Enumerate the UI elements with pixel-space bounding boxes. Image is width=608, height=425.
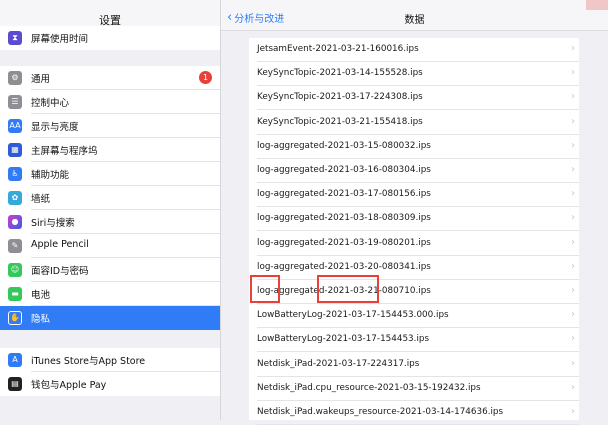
- sidebar-item-siri[interactable]: ● Siri与搜索: [0, 210, 220, 234]
- sidebar-item-home-screen[interactable]: ▦ 主屏幕与程序坞: [0, 138, 220, 162]
- page-title: 数据: [404, 15, 425, 26]
- file-name: LowBatteryLog-2021-03-17-154453.ips: [257, 334, 430, 345]
- sidebar-item-battery[interactable]: ▬ 电池: [0, 282, 220, 306]
- chevron-right-icon: ›: [571, 91, 575, 103]
- file-row[interactable]: KeySyncTopic-2021-03-14-155528.ips ›: [249, 62, 579, 87]
- sidebar-item-label: 面容ID与密码: [31, 266, 89, 277]
- file-row[interactable]: log-aggregated-2021-03-17-080156.ips ›: [249, 183, 579, 208]
- chevron-right-icon: ›: [571, 188, 575, 200]
- file-name: JetsamEvent-2021-03-21-160016.ips: [257, 44, 419, 54]
- chevron-right-icon: ›: [571, 309, 575, 321]
- sidebar-item-apple-pencil[interactable]: ✎ Apple Pencil: [0, 234, 220, 258]
- file-name: LowBatteryLog-2021-03-17-154453.000.ips: [257, 310, 449, 321]
- hourglass-icon: ⧗: [8, 31, 22, 45]
- file-row[interactable]: log-aggregated-2021-03-19-080201.ips ›: [249, 232, 579, 256]
- nav-bar: ‹ 分析与改进 数据: [221, 0, 608, 31]
- chevron-right-icon: ›: [571, 115, 575, 127]
- text-size-icon: AA: [8, 119, 22, 133]
- highlight-box-date: [317, 275, 379, 303]
- file-name: Netdisk_iPad.wakeups_resource-2021-03-14…: [257, 407, 504, 417]
- sidebar-item-general[interactable]: ⚙ 通用 1: [0, 66, 220, 90]
- pencil-icon: ✎: [8, 239, 22, 253]
- sidebar-item-label: 钱包与Apple Pay: [31, 380, 107, 391]
- sidebar-item-label: 通用: [31, 74, 51, 85]
- sidebar-item-screen-time[interactable]: ⧗ 屏幕使用时间: [0, 26, 220, 50]
- file-name: log-aggregated-2021-03-16-080304.ips: [257, 165, 431, 175]
- chevron-right-icon: ›: [571, 164, 575, 175]
- file-row[interactable]: log-aggregated-2021-03-16-080304.ips ›: [249, 159, 579, 183]
- sidebar-item-privacy[interactable]: ✋ 隐私: [0, 306, 220, 330]
- sidebar-item-face-id[interactable]: ☺ 面容ID与密码: [0, 258, 220, 282]
- hand-icon: ✋: [8, 311, 22, 325]
- accessibility-icon: ♿: [8, 167, 22, 181]
- file-row[interactable]: Netdisk_iPad.cpu_resource-2021-03-15-192…: [249, 377, 579, 401]
- file-name: log-aggregated-2021-03-20-080341.ips: [257, 261, 431, 272]
- chevron-right-icon: ›: [571, 236, 575, 248]
- sidebar-item-label: 显示与亮度: [31, 122, 79, 133]
- chevron-right-icon: ›: [571, 139, 575, 151]
- file-name: log-aggregated-2021-03-19-080201.ips: [257, 237, 431, 248]
- chevron-right-icon: ›: [571, 333, 575, 345]
- file-name: KeySyncTopic-2021-03-17-224308.ips: [257, 92, 423, 103]
- file-row[interactable]: KeySyncTopic-2021-03-17-224308.ips ›: [249, 86, 579, 111]
- file-name: log-aggregated-2021-03-18-080309.ips: [257, 213, 431, 224]
- notification-badge: 1: [199, 71, 212, 84]
- chevron-right-icon: ›: [571, 43, 575, 54]
- file-row[interactable]: KeySyncTopic-2021-03-21-155418.ips ›: [249, 111, 579, 135]
- toggles-icon: ☰: [8, 95, 22, 109]
- file-row[interactable]: JetsamEvent-2021-03-21-160016.ips ›: [249, 38, 579, 62]
- chevron-right-icon: ›: [571, 260, 575, 272]
- siri-icon: ●: [8, 215, 22, 229]
- sidebar-item-label: 隐私: [31, 314, 51, 325]
- sidebar-item-label: Siri与搜索: [31, 218, 75, 229]
- sidebar-item-accessibility[interactable]: ♿ 辅助功能: [0, 162, 220, 186]
- file-name: KeySyncTopic-2021-03-21-155418.ips: [257, 116, 423, 127]
- sidebar-item-label: 墙纸: [31, 194, 51, 205]
- chevron-right-icon: ›: [571, 285, 575, 296]
- chevron-right-icon: ›: [571, 67, 575, 79]
- file-row[interactable]: log-aggregated-2021-03-18-080309.ips ›: [249, 207, 579, 232]
- file-row[interactable]: log-aggregated-2021-03-20-080341.ips ›: [249, 256, 579, 280]
- file-name: Netdisk_iPad.cpu_resource-2021-03-15-192…: [257, 382, 481, 393]
- app-store-icon: A: [8, 353, 22, 367]
- sidebar-item-wallet[interactable]: ▤ 钱包与Apple Pay: [0, 372, 220, 396]
- flower-icon: ✿: [8, 191, 22, 205]
- gear-icon: ⚙: [8, 71, 22, 85]
- data-pane: ‹ 分析与改进 数据 JetsamEvent-2021-03-21-160016…: [221, 0, 608, 425]
- sidebar-item-label: 主屏幕与程序坞: [31, 146, 98, 157]
- sidebar-item-label: 辅助功能: [31, 170, 70, 181]
- file-row[interactable]: Netdisk_iPad.wakeups_resource-2021-03-14…: [249, 401, 579, 425]
- file-name: Netdisk_iPad-2021-03-17-224317.ips: [257, 358, 420, 369]
- sidebar-item-label: iTunes Store与App Store: [31, 356, 146, 367]
- chevron-right-icon: ›: [571, 212, 575, 224]
- grid-icon: ▦: [8, 143, 22, 157]
- sidebar-item-control-center[interactable]: ☰ 控制中心: [0, 90, 220, 114]
- file-row[interactable]: LowBatteryLog-2021-03-17-154453.ips ›: [249, 328, 579, 353]
- sidebar-item-label: 屏幕使用时间: [31, 34, 89, 45]
- sidebar-item-label: 控制中心: [31, 98, 70, 109]
- chevron-right-icon: ›: [571, 357, 575, 369]
- file-row[interactable]: log-aggregated-2021-03-21-080710.ips ›: [249, 280, 579, 304]
- sidebar-item-display[interactable]: AA 显示与亮度: [0, 114, 220, 138]
- chevron-right-icon: ›: [571, 381, 575, 393]
- window-corner: [586, 0, 608, 10]
- file-row[interactable]: Netdisk_iPad-2021-03-17-224317.ips ›: [249, 353, 579, 377]
- sidebar-item-app-store[interactable]: A iTunes Store与App Store: [0, 348, 220, 372]
- chevron-right-icon: ›: [571, 406, 575, 417]
- file-name: log-aggregated-2021-03-15-080032.ips: [257, 140, 431, 151]
- wallet-icon: ▤: [8, 377, 22, 391]
- file-row[interactable]: log-aggregated-2021-03-15-080032.ips ›: [249, 135, 579, 159]
- battery-icon: ▬: [8, 287, 22, 301]
- sidebar-item-wallpaper[interactable]: ✿ 墙纸: [0, 186, 220, 210]
- settings-sidebar: 设置 ⧗ 屏幕使用时间 ⚙ 通用 1 ☰ 控制中心 AA 显示与亮度 ▦ 主屏幕…: [0, 0, 221, 420]
- file-name: KeySyncTopic-2021-03-14-155528.ips: [257, 68, 423, 79]
- face-id-icon: ☺: [8, 263, 22, 277]
- highlight-box-prefix: [250, 275, 280, 303]
- file-list: JetsamEvent-2021-03-21-160016.ips › KeySyn…: [249, 38, 579, 425]
- sidebar-item-label: Apple Pencil: [31, 239, 89, 250]
- file-name: log-aggregated-2021-03-17-080156.ips: [257, 189, 431, 200]
- sidebar-item-label: 电池: [31, 290, 51, 301]
- file-row[interactable]: LowBatteryLog-2021-03-17-154453.000.ips ›: [249, 304, 579, 329]
